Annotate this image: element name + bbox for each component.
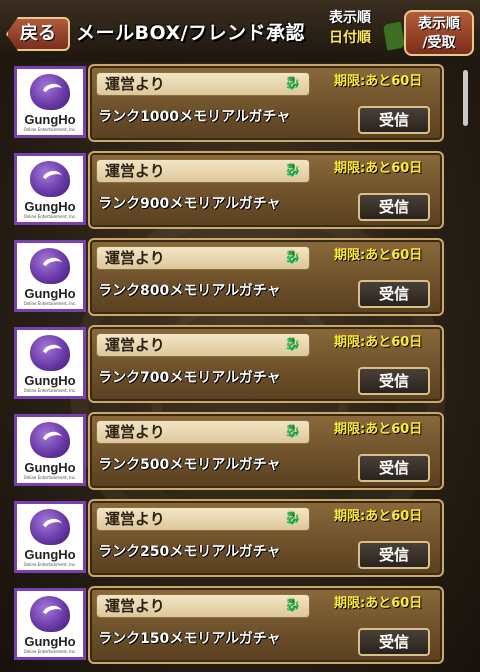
sort-order-indicator: 表示順 日付順 <box>320 8 380 56</box>
mail-card: 運営より 🐉 期限:あと60日 ランク150メモリアルガチャ 受信 <box>88 586 444 664</box>
receive-button[interactable]: 受信 <box>358 541 430 569</box>
sender-label: 運営より <box>105 249 165 267</box>
mail-item[interactable]: GungHo Online Entertainment, Inc. 運営より 🐉… <box>14 412 444 492</box>
gungho-logo-text: GungHo <box>24 460 76 475</box>
expiry-label: 期限:あと60日 <box>334 509 423 524</box>
expiry-label: 期限:あと60日 <box>334 248 423 263</box>
mail-card: 運営より 🐉 期限:あと60日 ランク250メモリアルガチャ 受信 <box>88 499 444 577</box>
gungho-logo-icon: GungHo Online Entertainment, Inc. <box>14 588 86 660</box>
mail-item[interactable]: GungHo Online Entertainment, Inc. 運営より 🐉… <box>14 64 444 144</box>
gungho-logo-icon: GungHo Online Entertainment, Inc. <box>14 501 86 573</box>
gungho-logo-subtext: Online Entertainment, Inc. <box>23 301 77 306</box>
sort-button-line1: 表示順 <box>418 16 460 32</box>
expiry-label: 期限:あと60日 <box>334 161 423 176</box>
gungho-logo-subtext: Online Entertainment, Inc. <box>23 127 77 132</box>
sender-field: 運営より 🐉 <box>96 420 310 444</box>
dragon-icon: 🐉 <box>284 337 301 352</box>
sender-label: 運営より <box>105 510 165 528</box>
sort-order-label: 表示順 <box>329 10 371 26</box>
sender-field: 運営より 🐉 <box>96 246 310 270</box>
gungho-blob-icon <box>30 335 70 371</box>
sort-receive-button[interactable]: 表示順 /受取 <box>404 10 474 56</box>
gungho-logo-text: GungHo <box>24 199 76 214</box>
mail-subject: ランク500メモリアルガチャ <box>98 457 281 473</box>
dragon-tab-icon <box>381 20 407 52</box>
sender-label: 運営より <box>105 597 165 615</box>
mail-card: 運営より 🐉 期限:あと60日 ランク1000メモリアルガチャ 受信 <box>88 64 444 142</box>
gungho-logo-subtext: Online Entertainment, Inc. <box>23 388 77 393</box>
mail-item[interactable]: GungHo Online Entertainment, Inc. 運営より 🐉… <box>14 499 444 579</box>
gungho-blob-icon <box>30 596 70 632</box>
receive-button[interactable]: 受信 <box>358 628 430 656</box>
sort-order-value: 日付順 <box>329 30 371 46</box>
mail-subject: ランク900メモリアルガチャ <box>98 196 281 212</box>
back-button[interactable]: 戻る <box>6 17 70 51</box>
expiry-label: 期限:あと60日 <box>334 335 423 350</box>
sender-label: 運営より <box>105 336 165 354</box>
gungho-logo-text: GungHo <box>24 286 76 301</box>
sender-field: 運営より 🐉 <box>96 159 310 183</box>
gungho-logo-icon: GungHo Online Entertainment, Inc. <box>14 153 86 225</box>
sender-label: 運営より <box>105 162 165 180</box>
sender-label: 運営より <box>105 423 165 441</box>
dragon-icon: 🐉 <box>284 424 301 439</box>
scrollbar[interactable] <box>463 70 468 126</box>
gungho-logo-icon: GungHo Online Entertainment, Inc. <box>14 414 86 486</box>
gungho-logo-icon: GungHo Online Entertainment, Inc. <box>14 66 86 138</box>
gungho-logo-text: GungHo <box>24 373 76 388</box>
receive-button[interactable]: 受信 <box>358 454 430 482</box>
mail-item[interactable]: GungHo Online Entertainment, Inc. 運営より 🐉… <box>14 586 444 666</box>
gungho-logo-icon: GungHo Online Entertainment, Inc. <box>14 327 86 399</box>
gungho-blob-icon <box>30 248 70 284</box>
dragon-icon: 🐉 <box>284 511 301 526</box>
mail-subject: ランク250メモリアルガチャ <box>98 544 281 560</box>
receive-button[interactable]: 受信 <box>358 280 430 308</box>
receive-button[interactable]: 受信 <box>358 193 430 221</box>
mail-item[interactable]: GungHo Online Entertainment, Inc. 運営より 🐉… <box>14 238 444 318</box>
expiry-label: 期限:あと60日 <box>334 74 423 89</box>
gungho-blob-icon <box>30 74 70 110</box>
header-bar: 戻る メールBOX/フレンド承認 表示順 日付順 表示順 /受取 <box>0 0 480 62</box>
gungho-logo-subtext: Online Entertainment, Inc. <box>23 649 77 654</box>
gungho-logo-icon: GungHo Online Entertainment, Inc. <box>14 240 86 312</box>
sender-field: 運営より 🐉 <box>96 333 310 357</box>
gungho-blob-icon <box>30 422 70 458</box>
mail-subject: ランク1000メモリアルガチャ <box>98 109 291 125</box>
gungho-logo-text: GungHo <box>24 112 76 127</box>
mail-card: 運営より 🐉 期限:あと60日 ランク500メモリアルガチャ 受信 <box>88 412 444 490</box>
sender-field: 運営より 🐉 <box>96 594 310 618</box>
mail-card: 運営より 🐉 期限:あと60日 ランク800メモリアルガチャ 受信 <box>88 238 444 316</box>
mail-item[interactable]: GungHo Online Entertainment, Inc. 運営より 🐉… <box>14 151 444 231</box>
dragon-icon: 🐉 <box>284 76 301 91</box>
expiry-label: 期限:あと60日 <box>334 422 423 437</box>
sender-label: 運営より <box>105 75 165 93</box>
page-title: メールBOX/フレンド承認 <box>76 22 306 44</box>
expiry-label: 期限:あと60日 <box>334 596 423 611</box>
sort-button-line2: /受取 <box>422 35 456 51</box>
receive-button[interactable]: 受信 <box>358 367 430 395</box>
gungho-logo-subtext: Online Entertainment, Inc. <box>23 475 77 480</box>
receive-button[interactable]: 受信 <box>358 106 430 134</box>
gungho-logo-text: GungHo <box>24 634 76 649</box>
sender-field: 運営より 🐉 <box>96 72 310 96</box>
dragon-icon: 🐉 <box>284 598 301 613</box>
gungho-logo-subtext: Online Entertainment, Inc. <box>23 562 77 567</box>
gungho-blob-icon <box>30 509 70 545</box>
gungho-blob-icon <box>30 161 70 197</box>
dragon-icon: 🐉 <box>284 163 301 178</box>
mail-subject: ランク800メモリアルガチャ <box>98 283 281 299</box>
mail-card: 運営より 🐉 期限:あと60日 ランク700メモリアルガチャ 受信 <box>88 325 444 403</box>
mail-subject: ランク700メモリアルガチャ <box>98 370 281 386</box>
mail-item[interactable]: GungHo Online Entertainment, Inc. 運営より 🐉… <box>14 325 444 405</box>
gungho-logo-subtext: Online Entertainment, Inc. <box>23 214 77 219</box>
mail-subject: ランク150メモリアルガチャ <box>98 631 281 647</box>
dragon-icon: 🐉 <box>284 250 301 265</box>
mail-card: 運営より 🐉 期限:あと60日 ランク900メモリアルガチャ 受信 <box>88 151 444 229</box>
sender-field: 運営より 🐉 <box>96 507 310 531</box>
gungho-logo-text: GungHo <box>24 547 76 562</box>
